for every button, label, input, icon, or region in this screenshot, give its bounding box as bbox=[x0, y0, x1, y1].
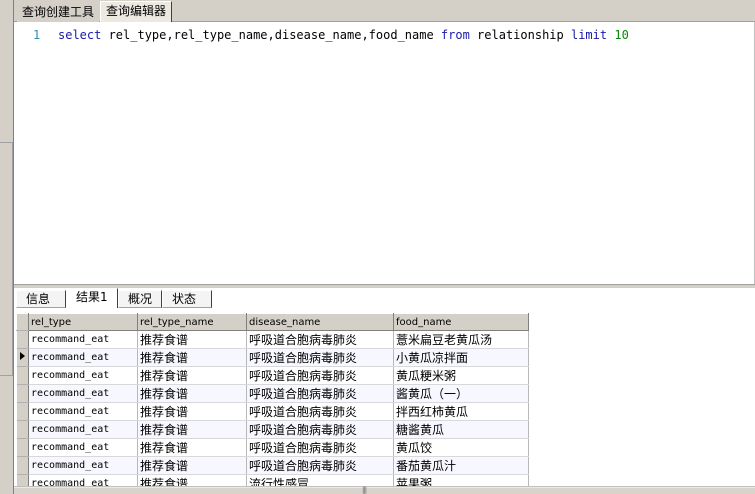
table-row[interactable]: recommand_eat 推荐食谱 呼吸道合胞病毒肺炎 番茄黄瓜汁 bbox=[16, 456, 529, 475]
grid-cell-disease-name[interactable]: 呼吸道合胞病毒肺炎 bbox=[246, 330, 394, 349]
row-header[interactable] bbox=[16, 330, 29, 349]
grid-cell-disease-name[interactable]: 流行性感冒 bbox=[246, 474, 394, 486]
column-header[interactable]: food_name bbox=[393, 313, 529, 331]
grid-cell-food-name[interactable]: 小黄瓜凉拌面 bbox=[393, 348, 529, 367]
grid-cell-disease-name[interactable]: 呼吸道合胞病毒肺炎 bbox=[246, 456, 394, 475]
grid-cell-rel-type[interactable]: recommand_eat bbox=[28, 474, 138, 486]
table-row[interactable]: recommand_eat 推荐食谱 流行性感冒 苹果粥 bbox=[16, 474, 529, 486]
grid-cell-rel-type-name[interactable]: 推荐食谱 bbox=[137, 438, 247, 457]
column-header[interactable]: rel_type_name bbox=[137, 313, 247, 331]
grid-cell-rel-type[interactable]: recommand_eat bbox=[28, 402, 138, 421]
grid-cell-rel-type-name[interactable]: 推荐食谱 bbox=[137, 348, 247, 367]
column-header[interactable]: rel_type bbox=[28, 313, 138, 331]
tab-result-1[interactable]: 结果1 bbox=[66, 288, 118, 308]
row-header[interactable] bbox=[16, 474, 29, 486]
grid-cell-food-name[interactable]: 糖酱黄瓜 bbox=[393, 420, 529, 439]
grid-cell-rel-type-name[interactable]: 推荐食谱 bbox=[137, 366, 247, 385]
table-row[interactable]: recommand_eat 推荐食谱 呼吸道合胞病毒肺炎 薏米扁豆老黄瓜汤 bbox=[16, 330, 529, 349]
table-row[interactable]: recommand_eat 推荐食谱 呼吸道合胞病毒肺炎 小黄瓜凉拌面 bbox=[16, 348, 529, 367]
grid-cell-disease-name[interactable]: 呼吸道合胞病毒肺炎 bbox=[246, 420, 394, 439]
grid-cell-rel-type-name[interactable]: 推荐食谱 bbox=[137, 474, 247, 486]
grid-cell-disease-name[interactable]: 呼吸道合胞病毒肺炎 bbox=[246, 438, 394, 457]
table-row[interactable]: recommand_eat 推荐食谱 呼吸道合胞病毒肺炎 黄瓜饺 bbox=[16, 438, 529, 457]
sql-number: 10 bbox=[614, 28, 629, 42]
row-header[interactable] bbox=[16, 438, 29, 457]
scrollbar-grip-icon: ||| bbox=[362, 486, 367, 494]
tab-status[interactable]: 状态 bbox=[162, 290, 212, 308]
grid-cell-food-name[interactable]: 黄瓜饺 bbox=[393, 438, 529, 457]
grid-cell-food-name[interactable]: 薏米扁豆老黄瓜汤 bbox=[393, 330, 529, 349]
grid-cell-food-name[interactable]: 番茄黄瓜汁 bbox=[393, 456, 529, 475]
top-tab-bar: 查询创建工具 查询编辑器 bbox=[14, 0, 755, 23]
sql-keyword: from bbox=[440, 28, 470, 42]
grid-cell-rel-type[interactable]: recommand_eat bbox=[28, 420, 138, 439]
line-number: 1 bbox=[33, 28, 41, 42]
grid-cell-rel-type[interactable]: recommand_eat bbox=[28, 384, 138, 403]
tab-profile[interactable]: 概况 bbox=[118, 290, 162, 308]
result-tab-bar: 信息 结果1 概况 状态 bbox=[14, 288, 755, 308]
sql-keyword: select bbox=[58, 28, 102, 42]
tab-query-builder[interactable]: 查询创建工具 bbox=[17, 3, 100, 23]
sql-editor[interactable]: 1 select rel_type,rel_type_name,disease_… bbox=[14, 22, 755, 284]
tab-query-editor[interactable]: 查询编辑器 bbox=[100, 1, 173, 22]
grid-cell-rel-type[interactable]: recommand_eat bbox=[28, 330, 138, 349]
row-header[interactable] bbox=[16, 456, 29, 475]
grid-cell-rel-type-name[interactable]: 推荐食谱 bbox=[137, 402, 247, 421]
left-gutter bbox=[0, 0, 14, 494]
sql-keyword: limit bbox=[570, 28, 608, 42]
tab-messages[interactable]: 信息 bbox=[16, 290, 66, 308]
grid-cell-rel-type[interactable]: recommand_eat bbox=[28, 438, 138, 457]
table-row[interactable]: recommand_eat 推荐食谱 呼吸道合胞病毒肺炎 糖酱黄瓜 bbox=[16, 420, 529, 439]
grid-cell-food-name[interactable]: 拌西红柿黄瓜 bbox=[393, 402, 529, 421]
grid-cell-rel-type[interactable]: recommand_eat bbox=[28, 348, 138, 367]
sql-text: relationship bbox=[469, 28, 571, 42]
current-row-arrow-icon bbox=[19, 352, 25, 360]
sql-code-line[interactable]: select rel_type,rel_type_name,disease_na… bbox=[58, 27, 629, 43]
grid-cell-rel-type-name[interactable]: 推荐食谱 bbox=[137, 330, 247, 349]
grid-cell-rel-type[interactable]: recommand_eat bbox=[28, 456, 138, 475]
grid-cell-rel-type-name[interactable]: 推荐食谱 bbox=[137, 384, 247, 403]
row-header[interactable] bbox=[16, 402, 29, 421]
table-row[interactable]: recommand_eat 推荐食谱 呼吸道合胞病毒肺炎 拌西红柿黄瓜 bbox=[16, 402, 529, 421]
grid-cell-disease-name[interactable]: 呼吸道合胞病毒肺炎 bbox=[246, 348, 394, 367]
horizontal-scrollbar[interactable]: ||| bbox=[14, 486, 755, 494]
grid-header-row: rel_type rel_type_name disease_name food… bbox=[16, 313, 529, 331]
results-grid-area: rel_type rel_type_name disease_name food… bbox=[14, 308, 755, 486]
row-header[interactable] bbox=[16, 348, 29, 367]
row-header[interactable] bbox=[16, 420, 29, 439]
results-grid: rel_type rel_type_name disease_name food… bbox=[16, 313, 529, 486]
grid-cell-food-name[interactable]: 酱黄瓜（一） bbox=[393, 384, 529, 403]
grid-cell-rel-type-name[interactable]: 推荐食谱 bbox=[137, 420, 247, 439]
sql-text: rel_type,rel_type_name,disease_name,food… bbox=[101, 28, 441, 42]
grid-corner[interactable] bbox=[16, 313, 29, 331]
grid-cell-food-name[interactable]: 黄瓜粳米粥 bbox=[393, 366, 529, 385]
gutter-splitter-handle[interactable] bbox=[0, 142, 13, 376]
table-row[interactable]: recommand_eat 推荐食谱 呼吸道合胞病毒肺炎 酱黄瓜（一） bbox=[16, 384, 529, 403]
grid-cell-rel-type-name[interactable]: 推荐食谱 bbox=[137, 456, 247, 475]
grid-cell-food-name[interactable]: 苹果粥 bbox=[393, 474, 529, 486]
table-row[interactable]: recommand_eat 推荐食谱 呼吸道合胞病毒肺炎 黄瓜粳米粥 bbox=[16, 366, 529, 385]
grid-cell-disease-name[interactable]: 呼吸道合胞病毒肺炎 bbox=[246, 402, 394, 421]
scrollbar-thumb[interactable] bbox=[14, 488, 755, 494]
grid-cell-disease-name[interactable]: 呼吸道合胞病毒肺炎 bbox=[246, 384, 394, 403]
row-header[interactable] bbox=[16, 384, 29, 403]
grid-cell-rel-type[interactable]: recommand_eat bbox=[28, 366, 138, 385]
grid-cell-disease-name[interactable]: 呼吸道合胞病毒肺炎 bbox=[246, 366, 394, 385]
column-header[interactable]: disease_name bbox=[246, 313, 394, 331]
row-header[interactable] bbox=[16, 366, 29, 385]
